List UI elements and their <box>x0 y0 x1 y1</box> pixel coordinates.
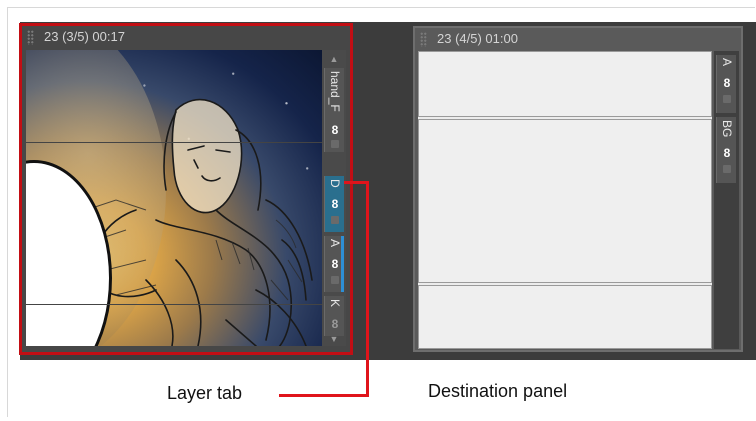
layer-tab-label: BG <box>720 120 734 138</box>
grip-icon[interactable] <box>27 30 34 45</box>
arrow-down-icon[interactable]: ▼ <box>322 332 346 346</box>
panel-drawing-canvas[interactable] <box>418 51 712 349</box>
panel-header-label: 23 (3/5) 00:17 <box>44 29 125 44</box>
callout-line <box>344 181 368 184</box>
eye-icon[interactable]: 8 <box>722 77 732 90</box>
layer-tab-d[interactable]: D 8 <box>324 176 344 232</box>
arrow-up-icon[interactable]: ▲ <box>322 52 346 66</box>
layer-tab-label: A <box>328 239 342 248</box>
layer-tab-k[interactable]: K 8 <box>324 296 344 336</box>
layer-tab-label: hand_F <box>328 71 342 112</box>
lock-icon[interactable] <box>723 165 731 173</box>
layer-tab-a[interactable]: A 8 <box>716 55 736 113</box>
layer-tab-bg[interactable]: BG 8 <box>716 117 736 183</box>
callout-line <box>366 181 369 397</box>
layer-tab-label: D <box>328 179 342 188</box>
layer-tab-caption: Layer tab <box>167 383 243 403</box>
panel-header-label: 23 (4/5) 01:00 <box>437 31 518 46</box>
panel-drawing-canvas[interactable] <box>26 50 322 346</box>
layer-tabs-strip: A 8 BG 8 <box>714 51 739 349</box>
layer-tabs-strip: ▲ hand_F 8 D 8 A 8 K 8 ▼ <box>322 50 346 346</box>
source-panel[interactable]: 23 (3/5) 00:17 ▲ hand_F 8 D 8 A 8 K 8 ▼ <box>19 23 353 355</box>
layer-tab-label: K <box>328 299 342 308</box>
layer-tab-hand-f[interactable]: hand_F 8 <box>324 68 344 152</box>
destination-panel[interactable]: 23 (4/5) 01:00 A 8 BG 8 <box>413 26 743 352</box>
panel-header[interactable]: 23 (3/5) 00:17 <box>22 26 350 48</box>
panel-header[interactable]: 23 (4/5) 01:00 <box>415 28 741 50</box>
lock-icon[interactable] <box>331 276 339 284</box>
empty-frame-region <box>418 51 712 117</box>
eye-icon[interactable]: 8 <box>330 124 340 137</box>
eye-icon[interactable]: 8 <box>330 258 340 271</box>
callout-line <box>279 394 369 397</box>
layer-tab-label: A <box>720 58 734 67</box>
eye-icon[interactable]: 8 <box>330 318 340 331</box>
lock-icon[interactable] <box>331 216 339 224</box>
eye-icon[interactable]: 8 <box>330 198 340 211</box>
eye-icon[interactable]: 8 <box>722 147 732 160</box>
empty-frame-region <box>418 285 712 349</box>
lock-icon[interactable] <box>723 95 731 103</box>
lock-icon[interactable] <box>331 140 339 148</box>
destination-panel-caption: Destination panel <box>428 381 568 401</box>
guide-line <box>26 142 322 143</box>
grip-icon[interactable] <box>420 32 427 47</box>
empty-frame-region <box>418 119 712 283</box>
layer-tab-a[interactable]: A 8 <box>324 236 344 292</box>
guide-line <box>26 304 322 305</box>
